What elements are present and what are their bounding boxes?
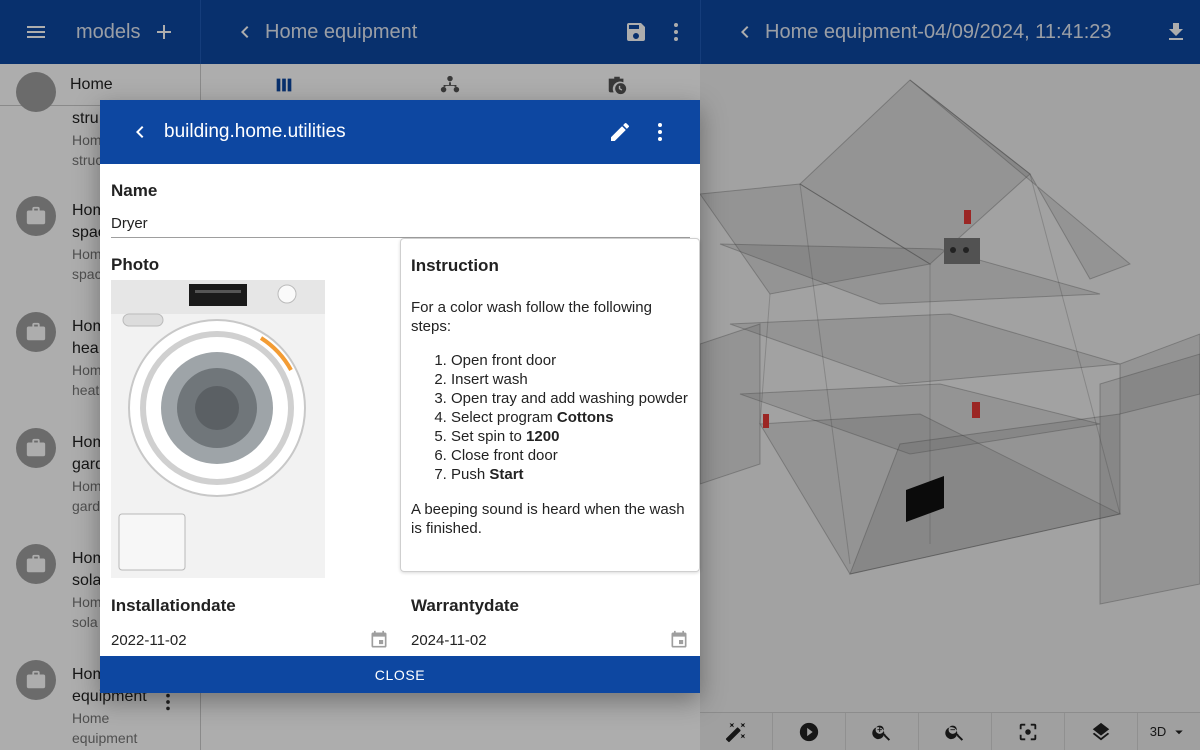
pencil-icon <box>611 122 629 141</box>
photo-field: Photo <box>100 238 400 578</box>
name-value[interactable]: Dryer <box>111 215 689 232</box>
dialog-header: building.home.utilities <box>100 100 700 164</box>
equipment-dialog: building.home.utilities Name Dryer Photo <box>100 100 700 693</box>
edit-button[interactable] <box>600 112 640 152</box>
installation-date-field[interactable]: Installationdate 2022-11-02 <box>100 578 400 656</box>
warranty-date-label: Warrantydate <box>411 596 520 615</box>
dialog-more-button[interactable] <box>640 112 680 152</box>
instruction-step: Select program Cottons <box>451 408 689 427</box>
close-button[interactable]: CLOSE <box>100 656 700 693</box>
instruction-intro: For a color wash follow the following st… <box>411 299 652 335</box>
instruction-step: Open tray and add washing powder <box>451 389 689 408</box>
instruction-step: Close front door <box>451 446 689 465</box>
washing-machine-photo[interactable] <box>111 280 325 578</box>
installation-date-label: Installationdate <box>111 596 236 615</box>
installation-date-value[interactable]: 2022-11-02 <box>111 632 369 649</box>
more-vert-icon <box>658 123 662 141</box>
instruction-step: Open front door <box>451 351 689 370</box>
chevron-left-icon <box>136 126 144 138</box>
calendar-icon[interactable] <box>369 630 389 650</box>
instruction-step: Set spin to 1200 <box>451 427 689 446</box>
name-field[interactable]: Name Dryer <box>100 164 700 238</box>
dialog-title: building.home.utilities <box>164 121 346 142</box>
photo-label: Photo <box>111 255 160 274</box>
calendar-icon[interactable] <box>669 630 689 650</box>
name-label: Name <box>111 181 158 200</box>
instruction-field: Instruction For a color wash follow the … <box>400 238 700 572</box>
instruction-outro: A beeping sound is heard when the wash i… <box>411 501 685 537</box>
instruction-label: Instruction <box>411 256 499 275</box>
dialog-back-button[interactable] <box>124 112 156 152</box>
warranty-date-field[interactable]: Warrantydate 2024-11-02 <box>400 578 700 656</box>
instruction-step: Push Start <box>451 465 689 484</box>
instruction-step: Insert wash <box>451 370 689 389</box>
warranty-date-value[interactable]: 2024-11-02 <box>411 632 669 649</box>
instruction-steps: Open front door Insert wash Open tray an… <box>411 351 689 484</box>
